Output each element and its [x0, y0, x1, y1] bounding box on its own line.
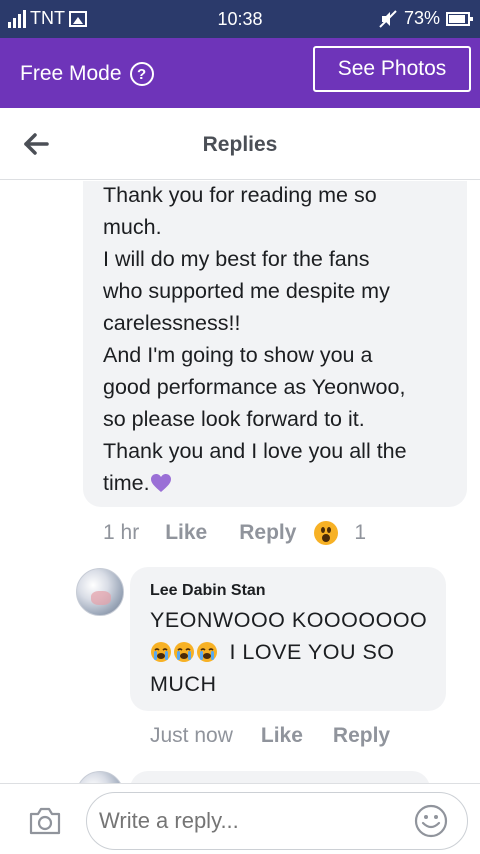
avatar[interactable]: [76, 568, 124, 616]
main-comment-text: Thank you for reading me so much. I will…: [103, 181, 463, 499]
reply-line: MUCH: [150, 672, 217, 696]
crying-face-icon: [174, 642, 194, 662]
comment-line: carelessness!!: [103, 311, 241, 335]
reply-line: YEONWOOO KOOOOOOO: [150, 608, 428, 632]
purple-heart-icon: [150, 474, 171, 492]
page-title: Replies: [202, 133, 278, 156]
comment-line: time.: [103, 471, 150, 495]
comment-thread[interactable]: Thank you for reading me so much. I will…: [0, 181, 480, 783]
like-button[interactable]: Like: [261, 724, 303, 748]
crying-face-icon: [151, 642, 171, 662]
free-mode-label: Free Mode: [20, 62, 122, 85]
replies-screen: TNT 10:38 73% Free Mode ? See Photos Rep…: [0, 0, 480, 854]
reply-text: YEONWOOO KOOOOOOO I LOVE YOU SO MUCH: [150, 604, 440, 700]
comment-line: I will do my best for the fans: [103, 247, 370, 271]
free-mode-info[interactable]: Free Mode ?: [20, 62, 154, 86]
replies-header: Replies: [0, 108, 480, 180]
battery-level: 73%: [403, 8, 440, 28]
comment-line: good performance as Yeonwoo,: [103, 375, 406, 399]
reaction-count[interactable]: 1: [354, 521, 366, 545]
comment-time: 1 hr: [103, 521, 140, 544]
comment-line: Thank you for reading me so: [103, 183, 377, 207]
help-icon[interactable]: ?: [129, 62, 154, 86]
free-mode-bar: Free Mode ? See Photos: [0, 38, 480, 108]
crying-face-icon: [197, 642, 217, 662]
reply-line-emoji: I LOVE YOU SO: [150, 636, 440, 668]
reply-input[interactable]: [86, 792, 468, 850]
camera-icon[interactable]: [28, 806, 62, 836]
avatar[interactable]: [76, 771, 124, 783]
compose-bar: [0, 783, 480, 854]
reply-author[interactable]: Lee Dabin Stan: [150, 582, 266, 600]
smiley-icon[interactable]: [414, 804, 448, 838]
comment-line: And I'm going to show you a: [103, 343, 373, 367]
next-reply-bubble: [130, 771, 430, 783]
like-button[interactable]: Like: [165, 521, 207, 545]
reply-time: Just now: [150, 724, 233, 747]
comment-line: Thank you and I love you all the: [103, 439, 407, 463]
comment-line: much.: [103, 215, 162, 239]
comment-line: who supported me despite my: [103, 279, 390, 303]
comment-line-last: time.: [103, 467, 463, 499]
battery-icon: [446, 11, 473, 26]
reply-button[interactable]: Reply: [239, 521, 296, 545]
wow-reaction-icon[interactable]: [314, 521, 339, 545]
status-right: 73%: [378, 8, 473, 29]
comment-line: so please look forward to it.: [103, 407, 365, 431]
reply-button[interactable]: Reply: [333, 724, 390, 748]
see-photos-button[interactable]: See Photos: [313, 46, 471, 92]
mute-icon: [379, 9, 397, 28]
main-comment-actions: 1 hr Like Reply 1: [103, 521, 366, 545]
status-bar: TNT 10:38 73%: [0, 0, 480, 38]
reply-actions: Just now Like Reply: [150, 724, 390, 748]
reply-line: I LOVE YOU SO: [229, 640, 395, 664]
